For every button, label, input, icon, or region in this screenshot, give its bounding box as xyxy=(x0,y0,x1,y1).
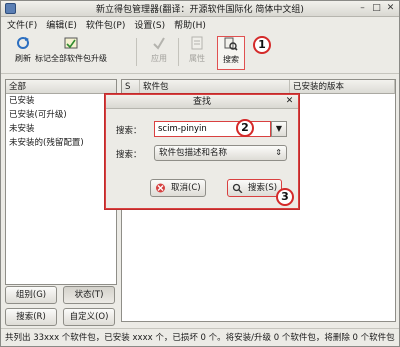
maximize-icon[interactable]: □ xyxy=(371,3,382,14)
apply-button[interactable]: 应用 xyxy=(147,36,171,70)
close-icon[interactable]: ✕ xyxy=(385,3,396,14)
find-dialog: 查找 ✕ 搜索： ▼ 搜索： 软件包描述和名称 ⇕ 取消(C) 搜索(S) xyxy=(105,94,299,209)
cancel-icon xyxy=(156,183,165,193)
search-label: 搜索 xyxy=(223,55,239,64)
filter-item-installed[interactable]: 已安装 xyxy=(6,94,116,108)
column-header-installed-version[interactable]: 已安装的版本 xyxy=(290,80,395,94)
window-title: 新立得包管理器(翻译：开源软件国际化 简体中文组) xyxy=(96,5,304,15)
search-field-label: 搜索： xyxy=(116,126,142,136)
app-window: 新立得包管理器(翻译：开源软件国际化 简体中文组) – □ ✕ 文件(F) 编辑… xyxy=(0,0,400,347)
mark-all-upgrades-button[interactable]: 标记全部软件包升级 xyxy=(35,36,107,70)
status-bar: 共列出 33xxx 个软件包，已安装 xxxx 个，已损坏 0 个。将安装/升级… xyxy=(1,328,399,346)
history-dropdown-button[interactable]: ▼ xyxy=(271,121,287,137)
mark-upgrade-icon xyxy=(64,37,78,49)
look-in-select[interactable]: 软件包描述和名称 ⇕ xyxy=(154,145,287,161)
cancel-button[interactable]: 取消(C) xyxy=(150,179,206,197)
menu-file[interactable]: 文件(F) xyxy=(7,18,37,31)
menu-settings[interactable]: 设置(S) xyxy=(134,18,165,31)
search-icon xyxy=(224,37,238,51)
search-icon xyxy=(232,183,243,193)
filter-item-upgradable[interactable]: 已安装(可升级) xyxy=(6,108,116,122)
chevron-updown-icon: ⇕ xyxy=(275,148,282,157)
mark-all-upgrades-label: 标记全部软件包升级 xyxy=(35,54,107,63)
status-button[interactable]: 状态(T) xyxy=(63,286,115,304)
callout-marker-2: 2 xyxy=(236,119,254,137)
find-button[interactable]: 搜索(S) xyxy=(227,179,283,197)
menu-edit[interactable]: 编辑(E) xyxy=(46,18,77,31)
properties-button[interactable]: 属性 xyxy=(185,36,209,70)
menu-package[interactable]: 软件包(P) xyxy=(86,18,125,31)
toolbar-separator xyxy=(178,38,179,66)
dialog-close-icon[interactable]: ✕ xyxy=(284,96,295,107)
toolbar: 刷新 标记全部软件包升级 应用 属性 搜索 xyxy=(1,32,399,74)
menu-help[interactable]: 帮助(H) xyxy=(174,18,206,31)
refresh-icon xyxy=(17,37,29,49)
dialog-title: 查找 xyxy=(106,95,298,109)
reload-button[interactable]: 刷新 xyxy=(11,36,35,70)
custom-filters-button[interactable]: 自定义(O) xyxy=(63,308,115,326)
look-in-label: 搜索： xyxy=(116,150,142,160)
reload-label: 刷新 xyxy=(15,54,31,63)
title-bar: 新立得包管理器(翻译：开源软件国际化 简体中文组) – □ ✕ xyxy=(1,1,399,17)
column-header-status[interactable]: S xyxy=(122,80,140,94)
properties-icon xyxy=(191,36,203,50)
column-header-package[interactable]: 软件包 xyxy=(140,80,290,94)
apply-checkmark-icon xyxy=(153,37,165,50)
filter-header: 全部 xyxy=(6,80,116,94)
look-in-value: 软件包描述和名称 xyxy=(159,148,228,158)
apply-label: 应用 xyxy=(151,54,167,63)
toolbar-separator xyxy=(136,38,137,66)
search-button[interactable]: 搜索 xyxy=(217,36,245,70)
filter-item-residual-config[interactable]: 未安装的(残留配置) xyxy=(6,136,116,150)
find-label: 搜索(S) xyxy=(248,183,278,193)
app-icon xyxy=(5,3,16,14)
callout-marker-3: 3 xyxy=(276,188,294,206)
sections-button[interactable]: 组别(G) xyxy=(5,286,57,304)
search-results-button[interactable]: 搜索(R) xyxy=(5,308,57,326)
callout-marker-1: 1 xyxy=(253,36,271,54)
cancel-label: 取消(C) xyxy=(171,183,201,193)
filter-list: 全部 已安装 已安装(可升级) 未安装 未安装的(残留配置) xyxy=(5,79,117,285)
menu-bar: 文件(F) 编辑(E) 软件包(P) 设置(S) 帮助(H) xyxy=(1,17,399,31)
minimize-icon[interactable]: – xyxy=(357,3,368,14)
properties-label: 属性 xyxy=(189,54,205,63)
filter-item-not-installed[interactable]: 未安装 xyxy=(6,122,116,136)
